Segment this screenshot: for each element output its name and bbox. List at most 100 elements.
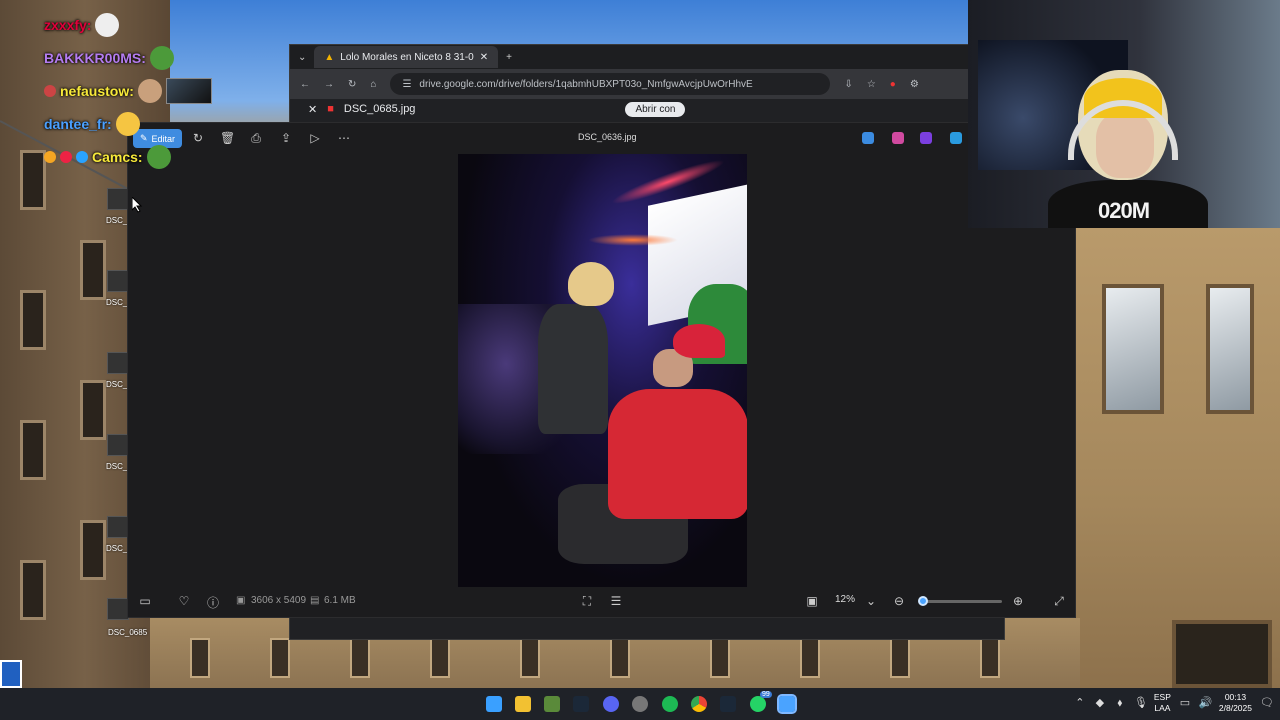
image-file-icon: ■ — [327, 103, 334, 115]
badge-icon — [44, 150, 56, 163]
zoom-out-icon[interactable]: ⊖ — [892, 594, 906, 608]
site-info-icon[interactable]: ☰ — [402, 79, 411, 90]
notification-icon[interactable]: 🗨 — [1260, 697, 1274, 709]
actual-size-icon[interactable]: ▣ — [805, 594, 819, 608]
desktop-file-icon[interactable] — [107, 270, 129, 292]
app-icon[interactable] — [544, 696, 560, 712]
adjust-icon[interactable]: ☰ — [609, 594, 623, 608]
bookmark-star-icon[interactable]: ☆ — [867, 79, 876, 90]
app-shortcut-icon[interactable] — [892, 132, 904, 144]
chat-message: BAKKKR00MS: — [44, 41, 264, 74]
chat-username: dantee_fr: — [44, 115, 112, 132]
chat-message: nefaustow: — [44, 74, 264, 107]
desktop-file-icon[interactable] — [107, 516, 129, 538]
tab-list-chevron-icon[interactable]: ⌄ — [298, 52, 306, 63]
pepe-emote-icon — [146, 144, 171, 169]
desktop-file-icon[interactable] — [107, 352, 129, 374]
clock-date: 2/8/2025 — [1218, 703, 1252, 713]
network-icon[interactable]: ▭ — [1179, 697, 1191, 709]
photo-image — [458, 154, 747, 587]
chat-message: zxxxfy: — [44, 8, 264, 41]
close-preview-icon[interactable]: ✕ — [308, 103, 317, 116]
browser-tabbar: ⌄ ▲ Lolo Morales en Niceto 8 31-0 ✕ + — [290, 45, 1004, 69]
webcam-shirt-text: 020M — [1098, 198, 1150, 223]
emote-icon — [137, 78, 162, 103]
zoom-level[interactable]: 12% — [835, 594, 855, 605]
extension-icon[interactable]: ⚙ — [910, 79, 919, 90]
zoom-dropdown-chevron-icon[interactable]: ⌄ — [864, 594, 878, 608]
desktop-file-icon[interactable] — [107, 188, 129, 210]
desktop-file-label: DSC_ — [106, 216, 128, 225]
new-tab-icon[interactable]: + — [506, 52, 512, 63]
browser-tab[interactable]: ▲ Lolo Morales en Niceto 8 31-0 ✕ — [314, 46, 499, 68]
forward-icon[interactable]: → — [324, 79, 334, 90]
whatsapp-icon[interactable] — [750, 696, 766, 712]
start-menu-icon[interactable] — [486, 696, 502, 712]
clock[interactable]: 00:13 2/8/2025 — [1219, 692, 1252, 714]
slideshow-icon[interactable]: ▷ — [308, 131, 322, 145]
stream-chat-overlay: zxxxfy: BAKKKR00MS: nefaustow: dantee_fr… — [44, 8, 264, 173]
steam-icon[interactable] — [720, 696, 736, 712]
dimensions-icon: ▣ — [236, 595, 246, 606]
language-line1: ESP — [1153, 692, 1171, 702]
defender-shield-icon[interactable]: ◆ — [1094, 697, 1106, 709]
chat-username: zxxxfy: — [44, 16, 92, 33]
windows-taskbar: 99 ⌃ ◆ ⬧ 🎙 ESP LAA ▭ 🔊 00:13 2/8/2025 🗨 — [0, 688, 1280, 720]
location-icon[interactable]: ⬧ — [1114, 697, 1126, 709]
zoom-slider[interactable] — [918, 596, 1002, 606]
file-size: 6.1 MB — [324, 595, 356, 606]
microphone-icon[interactable]: 🎙 — [1134, 697, 1148, 709]
share-icon[interactable]: ⇪ — [279, 131, 293, 145]
fullscreen-icon[interactable]: ⤢ — [1052, 594, 1066, 609]
favorite-heart-icon[interactable]: ♡ — [177, 594, 191, 608]
browser-toolbar: ← → ↻ ⌂ ☰ drive.google.com/drive/folders… — [290, 69, 1004, 99]
address-bar[interactable]: ☰ drive.google.com/drive/folders/1qabmhU… — [390, 73, 831, 95]
steam-icon[interactable] — [573, 696, 589, 712]
badge-icon — [76, 150, 88, 163]
language-line2: LAA — [1154, 703, 1171, 713]
home-icon[interactable]: ⌂ — [370, 79, 376, 90]
system-tray: ⌃ ◆ ⬧ 🎙 ESP LAA ▭ 🔊 00:13 2/8/2025 🗨 — [1074, 692, 1274, 714]
desktop-file-label: DSC_0685 — [108, 628, 148, 637]
onedrive-icon[interactable] — [950, 132, 962, 144]
desktop-file-icon[interactable] — [107, 598, 129, 620]
obs-icon[interactable] — [632, 696, 648, 712]
webcam-overlay: 020M — [968, 0, 1280, 228]
drive-preview-bar: ✕ ■ DSC_0685.jpg Abrir con — [290, 99, 1004, 119]
open-with-button[interactable]: Abrir con — [625, 101, 686, 117]
install-icon[interactable]: ⇩ — [844, 79, 852, 90]
zoom-in-icon[interactable]: ⊕ — [1011, 594, 1025, 608]
chat-username: Camcs: — [92, 148, 143, 165]
chrome-icon[interactable] — [691, 696, 707, 712]
app-shortcut-icon[interactable] — [920, 132, 932, 144]
info-icon[interactable]: ⓘ — [206, 594, 220, 611]
url-text: drive.google.com/drive/folders/1qabmhUBX… — [419, 78, 753, 90]
drive-favicon-icon: ▲ — [324, 51, 335, 63]
discord-icon[interactable] — [603, 696, 619, 712]
extension-red-icon[interactable]: ● — [890, 79, 896, 90]
filmstrip-icon[interactable]: ▭ — [138, 594, 152, 608]
viewer-filename: DSC_0636.jpg — [578, 132, 637, 142]
back-icon[interactable]: ← — [300, 79, 310, 90]
file-explorer-icon[interactable] — [515, 696, 531, 712]
desktop-file-label: DSC_ — [106, 380, 128, 389]
volume-icon[interactable]: 🔊 — [1199, 697, 1213, 709]
more-options-icon[interactable]: ⋯ — [337, 131, 351, 145]
desktop-file-icon[interactable] — [107, 434, 129, 456]
app-shortcut-icon[interactable] — [862, 132, 874, 144]
photos-app-icon[interactable] — [777, 694, 797, 714]
zoom-slider-knob[interactable] — [918, 596, 928, 606]
spotify-icon[interactable] — [662, 696, 678, 712]
close-tab-icon[interactable]: ✕ — [480, 52, 488, 63]
reload-icon[interactable]: ↻ — [348, 79, 356, 90]
tray-overflow-chevron-icon[interactable]: ⌃ — [1074, 697, 1086, 709]
crop-fit-icon[interactable]: ⛶ — [580, 594, 594, 609]
badge-icon — [44, 84, 56, 97]
emote-icon — [165, 77, 212, 104]
emote-icon — [95, 12, 120, 37]
pepe-emote-icon — [149, 45, 174, 70]
photos-viewer-window[interactable]: ✎ Editar ↻ 🗑 ⎙ ⇪ ▷ ⋯ DSC_0636.jpg ▭ ♡ ⓘ … — [127, 122, 1076, 618]
viewer-statusbar: ▭ ♡ ⓘ ▣ 3606 x 5409 ▤ 6.1 MB ⛶ ☰ ▣ 12% ⌄… — [128, 585, 1075, 617]
badge-icon — [60, 150, 72, 163]
language-indicator[interactable]: ESP LAA — [1154, 692, 1171, 714]
